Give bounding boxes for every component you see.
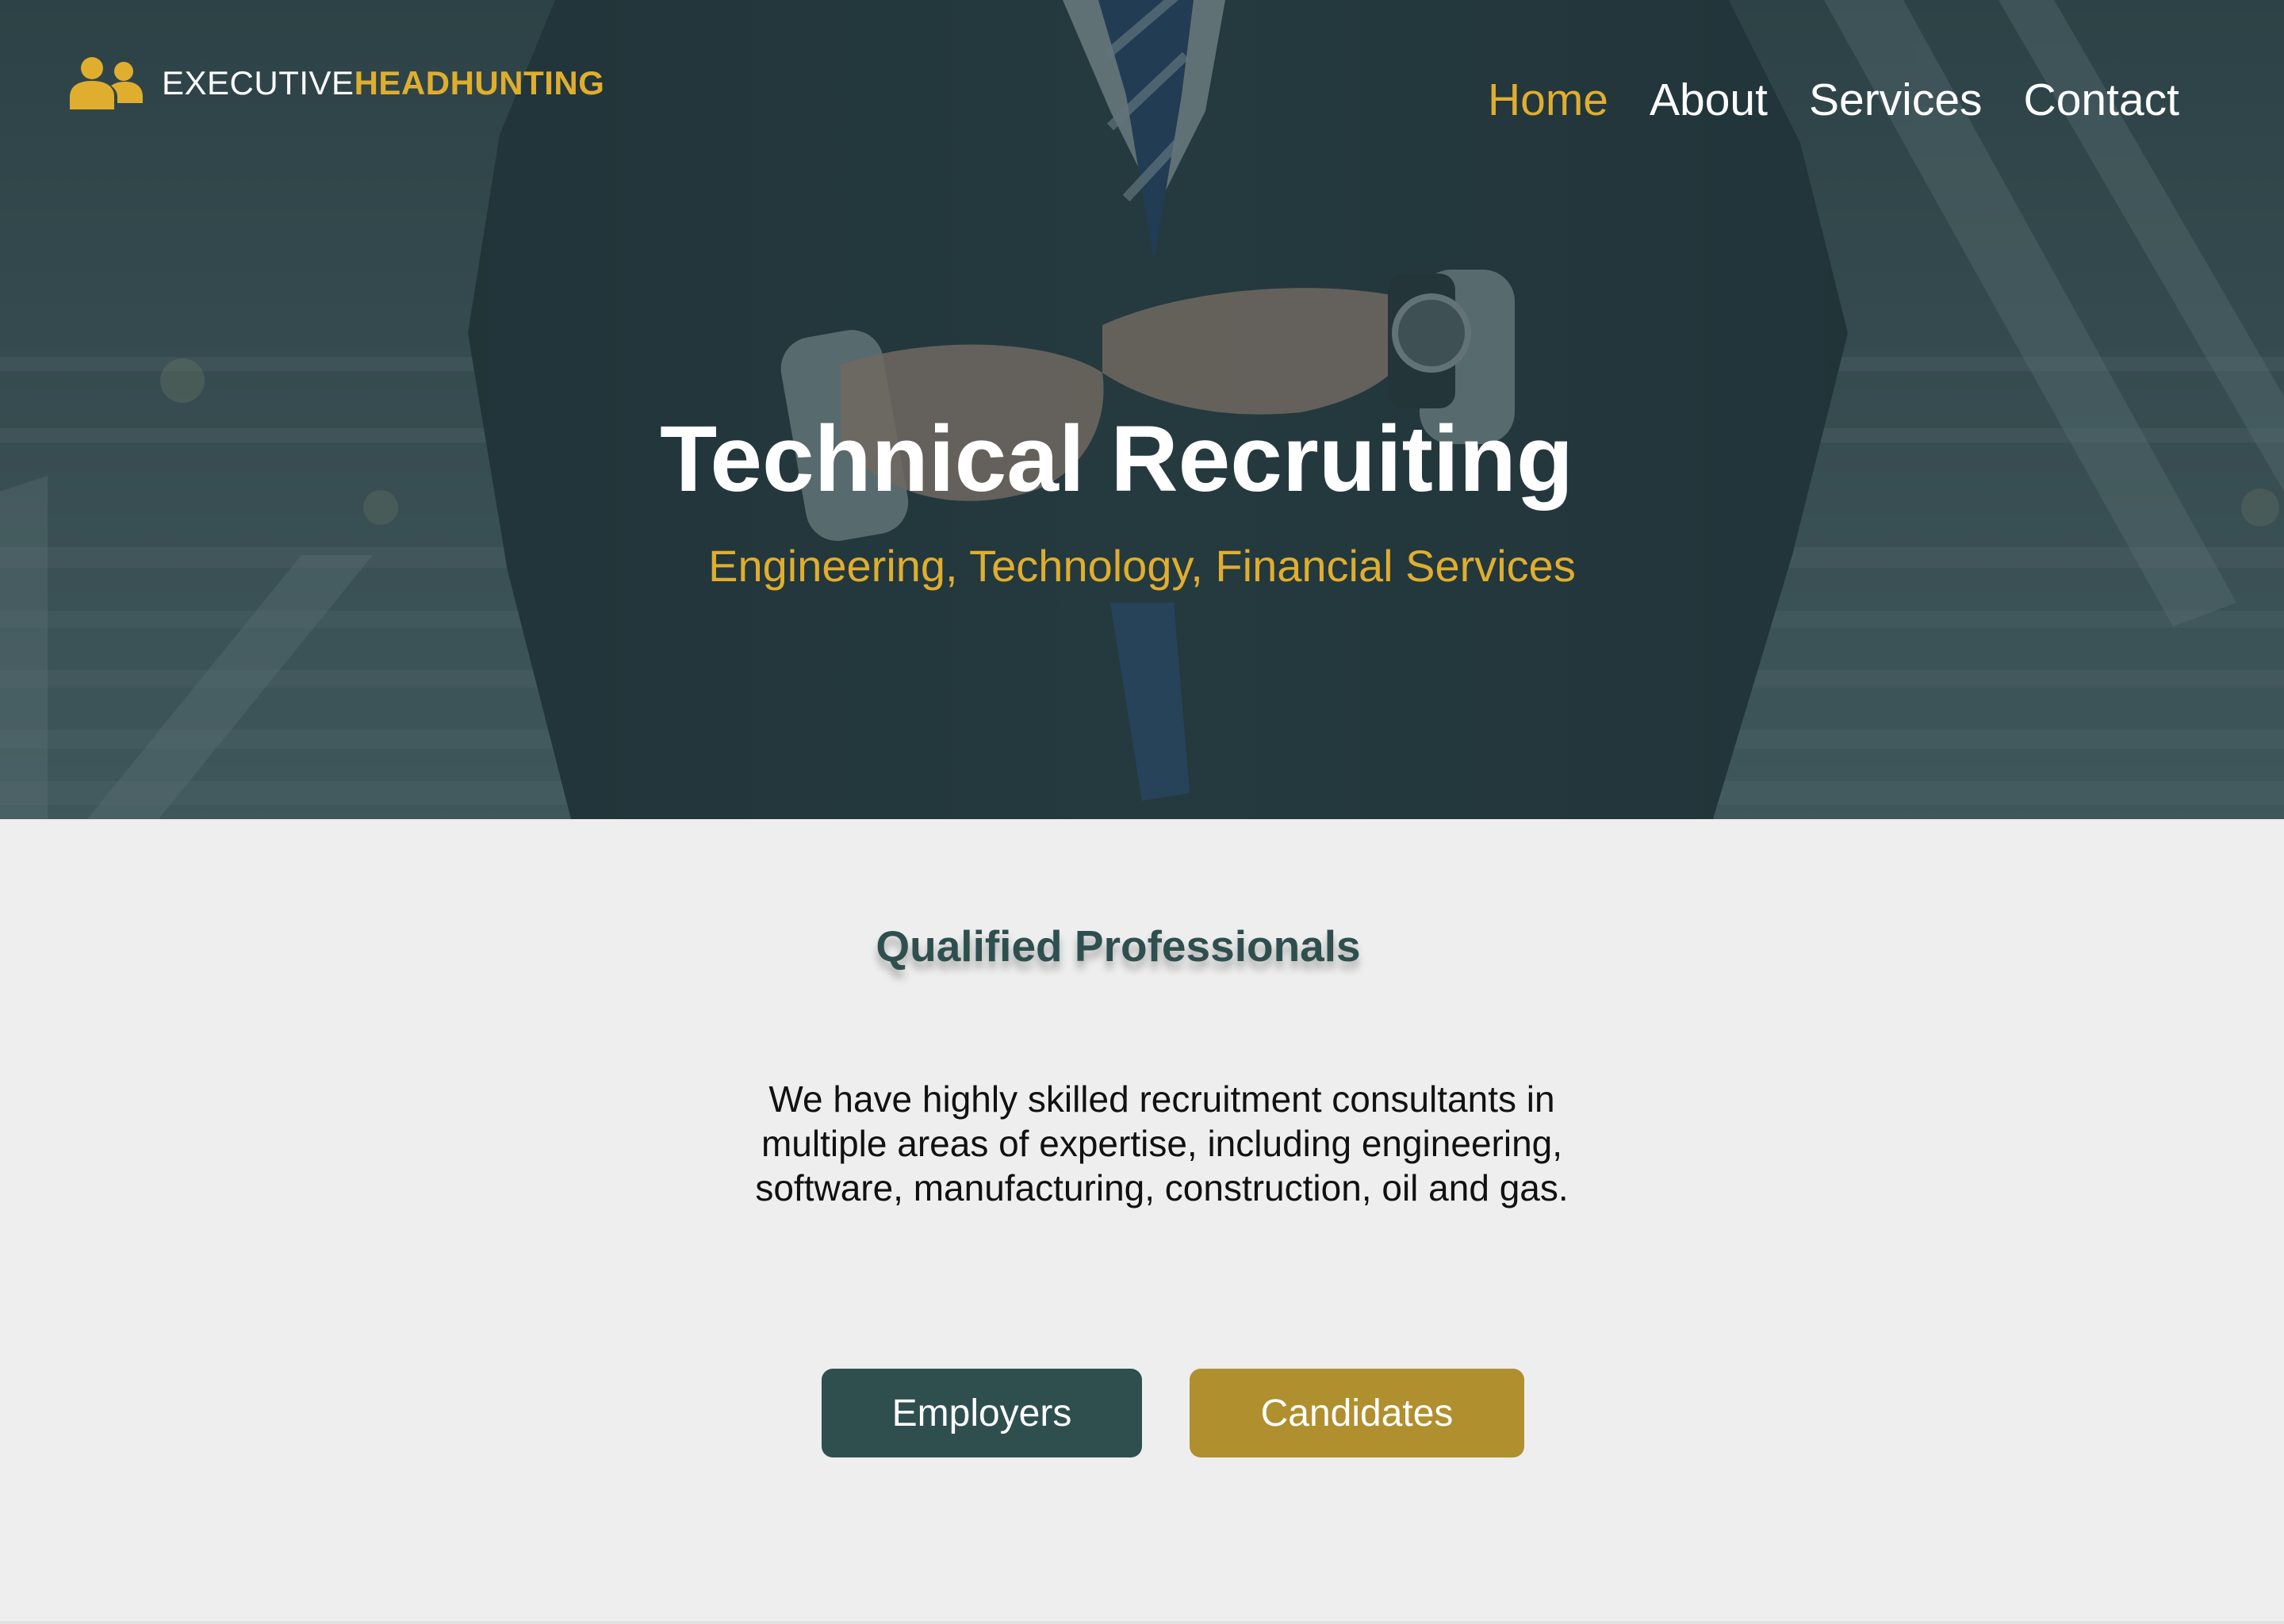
hero-banner: EXECUTIVEHEADHUNTING Home About Services… bbox=[0, 0, 2284, 819]
section-description: We have highly skilled recruitment consu… bbox=[755, 1078, 1569, 1208]
main-nav: Home About Services Contact bbox=[1488, 78, 2179, 123]
brand-name: EXECUTIVEHEADHUNTING bbox=[162, 67, 604, 100]
hero-subtitle: Engineering, Technology, Financial Servi… bbox=[708, 541, 1576, 591]
nav-contact[interactable]: Contact bbox=[2024, 78, 2179, 123]
section-title: Qualified Professionals bbox=[876, 921, 1361, 971]
candidates-button[interactable]: Candidates bbox=[1190, 1369, 1524, 1457]
page-bottom-edge bbox=[0, 1621, 2284, 1624]
hero-title: Technical Recruiting bbox=[660, 407, 1573, 511]
site-logo[interactable]: EXECUTIVEHEADHUNTING bbox=[70, 56, 604, 111]
nav-services[interactable]: Services bbox=[1809, 78, 1983, 123]
employers-button[interactable]: Employers bbox=[822, 1369, 1142, 1457]
nav-about[interactable]: About bbox=[1650, 78, 1768, 123]
nav-home[interactable]: Home bbox=[1488, 78, 1608, 123]
brand-name-part1: EXECUTIVE bbox=[162, 64, 354, 102]
brand-name-part2: HEADHUNTING bbox=[354, 64, 605, 102]
users-icon bbox=[70, 57, 143, 109]
